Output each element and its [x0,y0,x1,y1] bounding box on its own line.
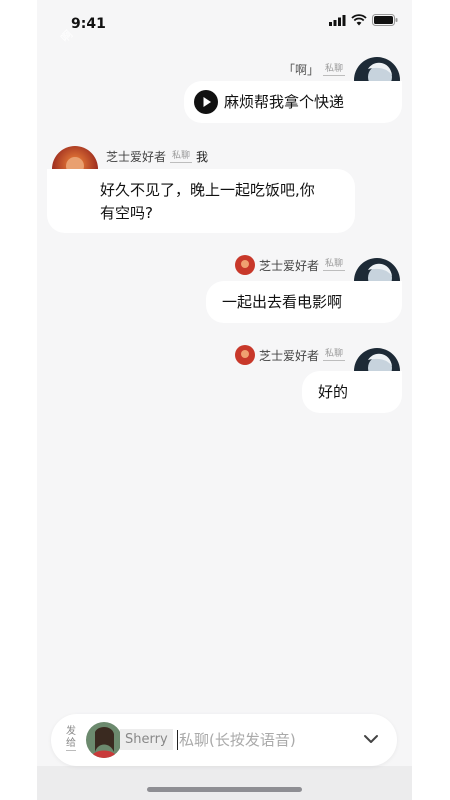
status-icons [329,14,398,26]
signal-icon [329,14,346,26]
message-meta: 芝士爱好者 私聊 [234,255,345,275]
sender-name[interactable]: 芝士爱好者 [106,148,166,165]
sender-name[interactable]: 芝士爱好者 [259,347,319,364]
battery-icon [372,14,398,26]
home-indicator [147,787,302,792]
message-text-line: 有空吗? [100,204,153,222]
message-text: 一起出去看电影啊 [222,293,343,311]
wifi-icon [351,14,367,26]
chevron-down-icon[interactable] [363,731,379,751]
message-meta: 芝士爱好者 私聊 [234,345,345,365]
message-bubble[interactable]: 好的 [302,371,402,413]
sender-mini-avatar [234,255,255,275]
recipient-name: Sherry [120,729,173,750]
status-time: 9:41 [71,16,106,32]
sender-name[interactable]: 芝士爱好者 [259,257,319,274]
bottom-area [37,766,412,800]
send-to-label: 发 给 [66,726,76,751]
message-text: 好的 [318,383,349,401]
recipient-avatar [86,722,122,758]
sender-mini-avatar [234,345,255,365]
sender-name[interactable]: 「啊」 [283,61,319,78]
message-input[interactable]: 私聊(长按发语音) [179,729,296,750]
message-meta: 「啊」 私聊 [283,61,345,78]
target-name: 我 [196,150,209,164]
message-text: 麻烦帮我拿个快递 [224,93,345,111]
message-text-line: 好久不见了，晚上一起吃饭吧,你 [100,181,315,199]
private-tag: 私聊 [322,63,345,76]
play-icon[interactable] [194,90,218,114]
chat-screen: 啊 9:41 「啊」 私聊 麻烦帮我拿个快递 芝士爱好者 私聊 我 好久不见了，… [37,0,412,800]
private-tag: 私聊 [322,259,345,271]
private-tag: 私聊 [170,150,193,163]
message-meta: 芝士爱好者 私聊 我 [106,148,208,165]
message-bubble[interactable]: 麻烦帮我拿个快递 [184,81,402,123]
text-cursor [177,730,178,750]
message-bubble[interactable]: 好久不见了，晚上一起吃饭吧,你 有空吗? [47,169,355,233]
message-input-bar: 发 给 Sherry 私聊(长按发语音) [51,714,397,766]
private-tag: 私聊 [322,349,345,361]
message-bubble[interactable]: 一起出去看电影啊 [206,281,402,323]
